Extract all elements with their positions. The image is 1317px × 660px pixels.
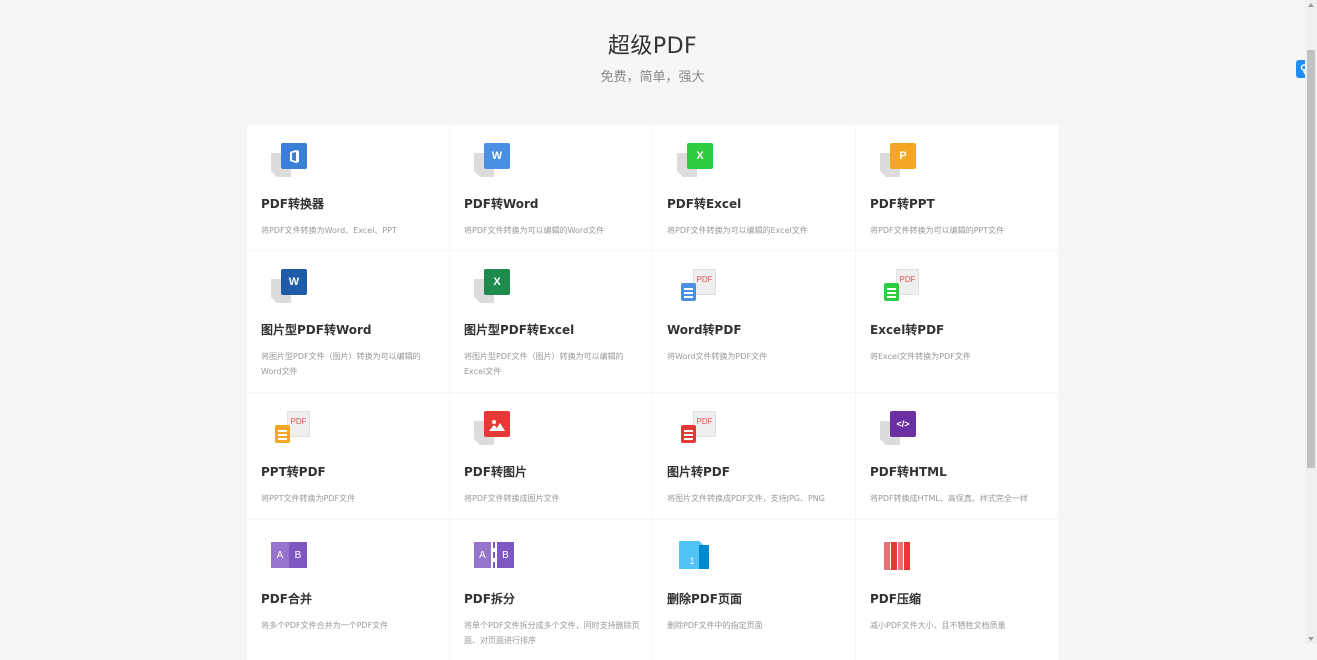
tool-card-ppt-to-pdf[interactable]: PDF PPT转PDF 将PPT文件转换为PDF文件 bbox=[247, 393, 449, 519]
tool-title: PDF转PPT bbox=[870, 197, 935, 211]
excel-to-pdf-icon: PDF bbox=[880, 269, 920, 309]
tool-card-image-to-pdf[interactable]: PDF 图片转PDF 将图片文件转换成PDF文件，支持JPG、PNG bbox=[653, 393, 855, 519]
scroll-up-arrow-icon[interactable] bbox=[1308, 3, 1314, 7]
html-icon: </> bbox=[880, 411, 920, 451]
delete-page-icon: 1 bbox=[677, 538, 717, 578]
tool-description: 将图片型PDF文件（图片）转换为可以编辑的Excel文件 bbox=[464, 352, 624, 376]
tool-card-pdf-compress[interactable]: PDF压缩 减小PDF文件大小，且不牺牲文档质量 bbox=[856, 520, 1058, 660]
tool-title: PDF转Word bbox=[464, 197, 539, 211]
tool-description: 将图片型PDF文件（图片）转换为可以编辑的Word文件 bbox=[261, 352, 421, 376]
tool-title: PDF转Excel bbox=[667, 197, 742, 211]
tool-description: 将多个PDF文件合并为一个PDF文件 bbox=[261, 621, 389, 630]
tool-card-pdf-to-image[interactable]: PDF转图片 将PDF文件转换成图片文件 bbox=[450, 393, 652, 519]
tool-card-delete-pdf-page[interactable]: 1 删除PDF页面 删除PDF文件中的指定页面 bbox=[653, 520, 855, 660]
tool-grid: PDF转换器 将PDF文件转换为Word、Excel、PPT W PDF转Wor… bbox=[247, 125, 1058, 660]
tool-card-pdf-to-ppt[interactable]: P PDF转PPT 将PDF文件转换为可以编辑的PPT文件 bbox=[856, 125, 1058, 250]
tool-description: 将Excel文件转换为PDF文件 bbox=[870, 352, 971, 361]
word-to-pdf-icon: PDF bbox=[677, 269, 717, 309]
tool-description: 将PDF转换成HTML、高保真、样式完全一样 bbox=[870, 494, 1028, 503]
tool-card-image-pdf-to-excel[interactable]: X 图片型PDF转Excel 将图片型PDF文件（图片）转换为可以编辑的Exce… bbox=[450, 251, 652, 392]
split-icon: A B bbox=[474, 538, 514, 578]
page-title: 超级PDF bbox=[607, 34, 698, 59]
tool-title: 图片转PDF bbox=[667, 465, 730, 479]
tool-card-pdf-to-html[interactable]: </> PDF转HTML 将PDF转换成HTML、高保真、样式完全一样 bbox=[856, 393, 1058, 519]
image-icon bbox=[474, 411, 514, 451]
scroll-down-arrow-icon[interactable] bbox=[1308, 637, 1314, 641]
word-icon: W bbox=[474, 143, 514, 183]
tool-title: PDF压缩 bbox=[870, 592, 921, 606]
office-icon bbox=[271, 143, 311, 183]
tool-card-word-to-pdf[interactable]: PDF Word转PDF 将Word文件转换为PDF文件 bbox=[653, 251, 855, 392]
excel-icon: X bbox=[474, 269, 514, 309]
word-icon: W bbox=[271, 269, 311, 309]
tool-card-pdf-split[interactable]: A B PDF拆分 将单个PDF文件拆分成多个文件，同时支持删除页面、对页面进行… bbox=[450, 520, 652, 660]
tool-description: 将Word文件转换为PDF文件 bbox=[667, 352, 768, 361]
tool-description: 将PDF文件转换为可以编辑的Word文件 bbox=[464, 226, 605, 235]
tool-description: 将PDF文件转换成图片文件 bbox=[464, 494, 560, 503]
tool-description: 将PDF文件转换为可以编辑的Excel文件 bbox=[667, 226, 808, 235]
tool-card-pdf-converter[interactable]: PDF转换器 将PDF文件转换为Word、Excel、PPT bbox=[247, 125, 449, 250]
merge-icon: A B bbox=[271, 538, 311, 578]
tool-card-pdf-merge[interactable]: A B PDF合并 将多个PDF文件合并为一个PDF文件 bbox=[247, 520, 449, 660]
ppt-to-pdf-icon: PDF bbox=[271, 411, 311, 451]
vertical-scrollbar[interactable] bbox=[1305, 0, 1317, 644]
scroll-thumb[interactable] bbox=[1307, 50, 1315, 468]
tool-title: PDF转换器 bbox=[261, 197, 324, 211]
tool-title: 图片型PDF转Excel bbox=[464, 323, 575, 337]
tool-title: Excel转PDF bbox=[870, 323, 945, 337]
tool-title: PPT转PDF bbox=[261, 465, 326, 479]
tool-description: 减小PDF文件大小，且不牺牲文档质量 bbox=[870, 621, 1006, 630]
image-to-pdf-icon: PDF bbox=[677, 411, 717, 451]
compress-icon bbox=[880, 538, 920, 578]
tool-title: PDF转HTML bbox=[870, 465, 947, 479]
tool-card-excel-to-pdf[interactable]: PDF Excel转PDF 将Excel文件转换为PDF文件 bbox=[856, 251, 1058, 392]
tool-card-pdf-to-word[interactable]: W PDF转Word 将PDF文件转换为可以编辑的Word文件 bbox=[450, 125, 652, 250]
tool-title: PDF转图片 bbox=[464, 465, 527, 479]
excel-icon: X bbox=[677, 143, 717, 183]
tool-description: 将PDF文件转换为Word、Excel、PPT bbox=[261, 226, 397, 235]
tool-title: PDF拆分 bbox=[464, 592, 515, 606]
tool-card-pdf-to-excel[interactable]: X PDF转Excel 将PDF文件转换为可以编辑的Excel文件 bbox=[653, 125, 855, 250]
tool-card-image-pdf-to-word[interactable]: W 图片型PDF转Word 将图片型PDF文件（图片）转换为可以编辑的Word文… bbox=[247, 251, 449, 392]
tool-title: Word转PDF bbox=[667, 323, 742, 337]
tool-description: 将PDF文件转换为可以编辑的PPT文件 bbox=[870, 226, 1005, 235]
tool-title: PDF合并 bbox=[261, 592, 312, 606]
tool-description: 将图片文件转换成PDF文件，支持JPG、PNG bbox=[667, 494, 825, 503]
tool-description: 将PPT文件转换为PDF文件 bbox=[261, 494, 356, 503]
page-subtitle: 免费，简单，强大 bbox=[600, 70, 705, 85]
tool-title: 删除PDF页面 bbox=[667, 592, 742, 606]
tool-description: 删除PDF文件中的指定页面 bbox=[667, 621, 763, 630]
tool-title: 图片型PDF转Word bbox=[261, 323, 372, 337]
ppt-icon: P bbox=[880, 143, 920, 183]
